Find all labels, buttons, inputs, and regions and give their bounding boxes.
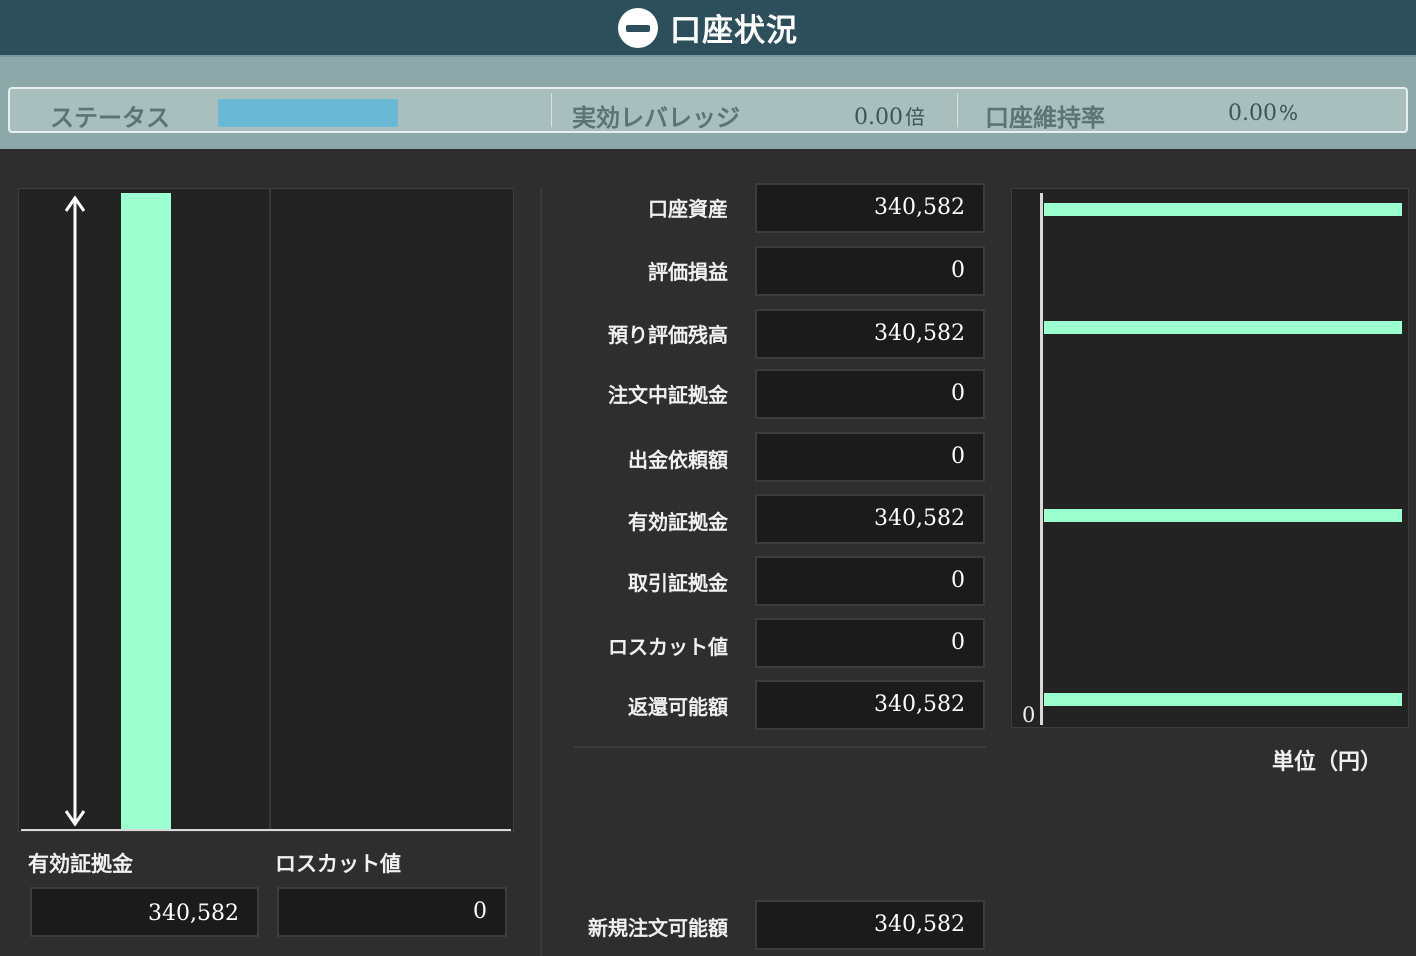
maintenance-value: 0.00% xyxy=(1228,101,1298,126)
row-value: 340,582 xyxy=(755,494,985,544)
leverage-label: 実効レバレッジ xyxy=(572,104,740,132)
row-value: 0 xyxy=(755,246,985,296)
double-arrow-icon xyxy=(65,195,85,827)
losscut-value: 0 xyxy=(277,887,507,937)
row-value: 340,582 xyxy=(755,309,985,359)
row-label: 返還可能額 xyxy=(628,695,728,719)
row-label: 出金依頼額 xyxy=(628,448,728,472)
maintenance-label: 口座維持率 xyxy=(985,104,1105,132)
effective-margin-bar xyxy=(121,193,171,831)
balance-chart: 0 xyxy=(1011,188,1409,728)
row-label: 注文中証拠金 xyxy=(608,383,728,407)
divider xyxy=(551,93,552,127)
margin-chart xyxy=(18,188,514,832)
row-value: 0 xyxy=(755,556,985,606)
status-summary: ステータス 実効レバレッジ 0.00 倍 口座維持率 0.00% xyxy=(8,87,1408,133)
row-value: 0 xyxy=(755,369,985,419)
status-indicator xyxy=(218,99,398,127)
losscut-label: ロスカット値 xyxy=(275,852,401,876)
axis-zero-label: 0 xyxy=(1022,703,1036,727)
row-value: 340,582 xyxy=(755,680,985,730)
divider xyxy=(540,188,542,956)
new-order-value: 340,582 xyxy=(755,900,985,950)
minus-circle-icon[interactable] xyxy=(618,7,658,48)
baseline xyxy=(21,829,511,831)
row-value: 0 xyxy=(755,618,985,668)
page-title: 口座状況 xyxy=(670,13,798,49)
row-label: 評価損益 xyxy=(648,260,728,284)
title-bar: 口座状況 xyxy=(0,0,1416,57)
chart-bar xyxy=(1044,321,1402,334)
unit-label: 単位（円） xyxy=(1272,750,1383,775)
effective-margin-label: 有効証拠金 xyxy=(28,852,133,876)
divider xyxy=(574,746,986,748)
new-order-label: 新規注文可能額 xyxy=(588,916,728,940)
chart-axis xyxy=(1040,193,1043,725)
divider xyxy=(957,93,958,127)
chart-bar xyxy=(1044,203,1402,216)
row-value: 0 xyxy=(755,432,985,482)
effective-margin-value: 340,582 xyxy=(30,887,259,937)
divider xyxy=(269,189,271,831)
status-label: ステータス xyxy=(50,104,170,132)
status-band: ステータス 実効レバレッジ 0.00 倍 口座維持率 0.00% xyxy=(0,57,1416,149)
row-label: 有効証拠金 xyxy=(628,510,728,534)
row-label: 口座資産 xyxy=(648,197,728,221)
chart-bar xyxy=(1044,509,1402,522)
leverage-value: 0.00 倍 xyxy=(854,105,925,130)
row-label: 取引証拠金 xyxy=(628,571,728,595)
row-label: 預り評価残高 xyxy=(608,323,728,347)
chart-bar xyxy=(1044,693,1402,706)
row-label: ロスカット値 xyxy=(608,635,728,659)
row-value: 340,582 xyxy=(755,183,985,233)
